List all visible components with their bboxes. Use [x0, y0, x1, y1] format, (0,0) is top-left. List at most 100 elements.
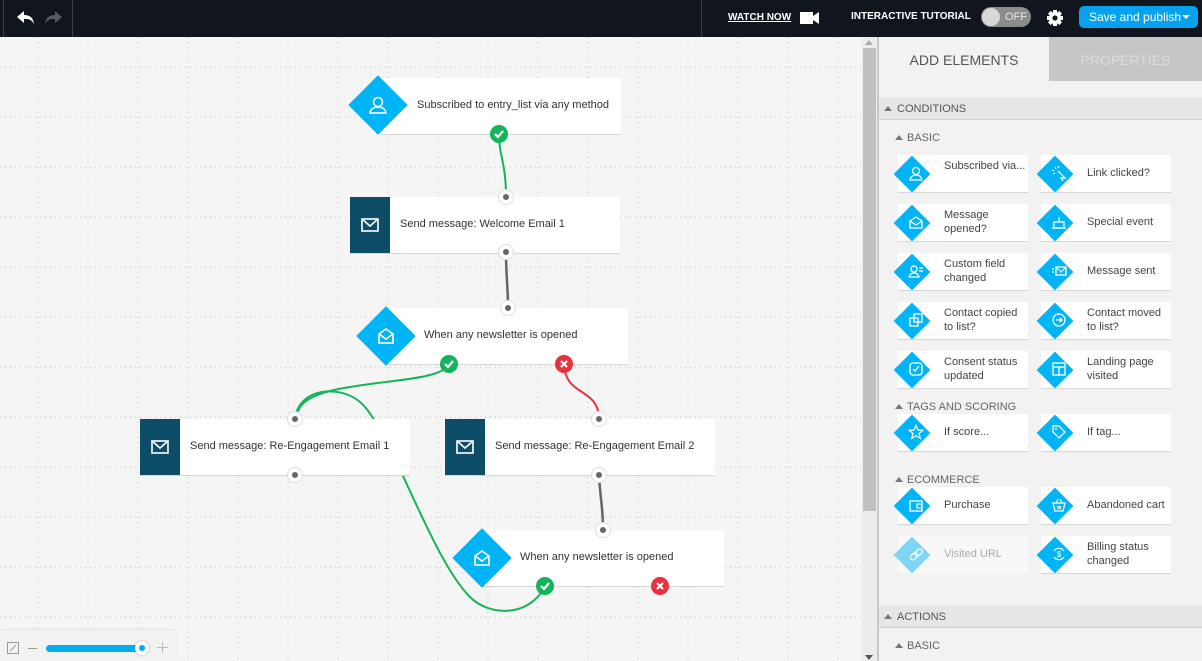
output-port[interactable] — [591, 467, 607, 483]
tab-properties[interactable]: PROPERTIES — [1049, 37, 1202, 81]
tutorial-toggle[interactable]: OFF — [981, 7, 1031, 27]
collapse-triangle-icon — [884, 106, 892, 111]
connection-n2-next — [504, 251, 510, 308]
input-port[interactable] — [591, 411, 607, 427]
toggle-knob — [982, 8, 1000, 26]
user-fields-icon — [908, 265, 923, 278]
canvas-scrollbar[interactable] — [862, 37, 877, 661]
undo-icon[interactable] — [16, 9, 36, 27]
element-card-contact-copied-to-list[interactable]: Contact copied to list? — [893, 302, 1028, 340]
section-conditions[interactable]: CONDITIONS — [879, 97, 1202, 120]
input-port[interactable] — [595, 522, 611, 538]
element-card-special-event[interactable]: Special event — [1036, 204, 1171, 242]
group-ecommerce[interactable]: ECOMMERCE — [895, 474, 980, 486]
group-title: ECOMMERCE — [907, 474, 980, 486]
layout-icon — [1052, 362, 1066, 376]
yes-branch-badge[interactable] — [440, 355, 458, 373]
element-card-purchase[interactable]: Purchase — [893, 487, 1028, 525]
zoom-slider-track[interactable] — [46, 645, 142, 652]
element-card-message-sent[interactable]: Message sent — [1036, 253, 1171, 291]
toolbar-divider — [72, 0, 73, 37]
group-actions-basic[interactable]: BASIC — [895, 640, 941, 652]
element-card-consent-status-updated[interactable]: Consent status updated — [893, 351, 1028, 389]
element-card-label: Custom field changed — [944, 258, 1006, 284]
group-title: TAGS AND SCORING — [907, 401, 1017, 413]
toggle-state-label: OFF — [1005, 11, 1027, 23]
element-card-landing-page-visited[interactable]: Landing page visited — [1036, 351, 1171, 389]
gear-icon[interactable] — [1046, 9, 1064, 27]
redo-icon[interactable] — [43, 9, 63, 27]
check-icon — [540, 582, 550, 591]
chevron-down-icon[interactable] — [1182, 15, 1190, 19]
user-icon — [369, 96, 387, 114]
cake-icon — [1052, 217, 1066, 229]
wallet-icon — [909, 500, 923, 512]
yes-branch-badge[interactable] — [536, 577, 554, 595]
element-card-link-clicked[interactable]: Link clicked? — [1036, 155, 1171, 193]
workflow-node-newsletter-opened[interactable]: When any newsletter is opened — [387, 308, 628, 364]
zoom-control — [0, 630, 176, 661]
element-card-abandoned-cart[interactable]: Abandoned cart — [1036, 487, 1171, 525]
workflow-node-newsletter-opened-2[interactable]: When any newsletter is opened — [483, 530, 724, 586]
zoom-slider-handle[interactable] — [135, 641, 149, 655]
yes-branch-badge[interactable] — [490, 125, 508, 143]
element-card-billing-status-changed[interactable]: $ Billing status changed — [1036, 536, 1171, 574]
open-envelope-icon — [909, 216, 923, 229]
element-card-label: Message opened? — [944, 209, 989, 235]
input-port[interactable] — [498, 189, 514, 205]
workflow-node-reengagement-2[interactable]: Send message: Re-Engagement Email 2 — [445, 419, 715, 475]
elements-panel: ADD ELEMENTS PROPERTIES CONDITIONS BASIC… — [879, 37, 1202, 661]
workflow-node-welcome-email[interactable]: Send message: Welcome Email 1 — [350, 197, 620, 253]
copy-icon — [909, 313, 923, 327]
scroll-up-arrow[interactable] — [865, 40, 873, 45]
element-card-subscribed-via[interactable]: Subscribed via... — [893, 155, 1028, 193]
no-branch-badge[interactable] — [651, 577, 669, 595]
group-title: BASIC — [907, 640, 941, 652]
collapse-triangle-icon — [895, 135, 903, 140]
arrow-circle-icon — [1052, 313, 1066, 327]
scroll-down-arrow[interactable] — [865, 655, 873, 660]
open-envelope-icon — [378, 328, 394, 344]
output-port[interactable] — [287, 467, 303, 483]
workflow-canvas[interactable]: Subscribed to entry_list via any method … — [0, 37, 862, 661]
scrollbar-thumb[interactable] — [863, 48, 876, 511]
zoom-in-button[interactable] — [157, 642, 168, 653]
collapse-triangle-icon — [895, 643, 903, 648]
element-card-label: Message sent — [1087, 265, 1156, 277]
user-icon — [909, 166, 923, 181]
element-card-if-tag[interactable]: If tag... — [1036, 414, 1171, 452]
element-card-label: Purchase — [944, 499, 991, 511]
group-tags-and-scoring[interactable]: TAGS AND SCORING — [895, 401, 1017, 413]
workflow-node-reengagement-1[interactable]: Send message: Re-Engagement Email 1 — [140, 419, 410, 475]
fit-to-screen-icon[interactable] — [7, 642, 19, 654]
node-label: Send message: Re-Engagement Email 1 — [190, 440, 390, 452]
input-port[interactable] — [500, 300, 516, 316]
element-card-message-opened[interactable]: Message opened? — [893, 204, 1028, 242]
section-actions[interactable]: ACTIONS — [879, 605, 1202, 628]
input-port[interactable] — [287, 411, 303, 427]
collapse-triangle-icon — [895, 404, 903, 409]
section-title: ACTIONS — [897, 611, 946, 623]
element-card-contact-moved-to-list[interactable]: Contact moved to list? — [1036, 302, 1171, 340]
zoom-out-button[interactable] — [28, 648, 37, 649]
section-title: CONDITIONS — [897, 103, 967, 115]
toolbar-divider — [3, 0, 4, 37]
toolbar-divider — [701, 0, 702, 37]
output-port[interactable] — [498, 244, 514, 260]
top-toolbar: WATCH NOW INTERACTIVE TUTORIAL OFF Save … — [0, 0, 1202, 37]
tab-add-elements[interactable]: ADD ELEMENTS — [879, 37, 1049, 81]
group-basic[interactable]: BASIC — [895, 132, 940, 144]
element-card-label: Special event — [1087, 216, 1154, 228]
element-card-label: Contact moved to list? — [1087, 307, 1161, 333]
action-block — [140, 419, 180, 475]
no-branch-badge[interactable] — [555, 355, 573, 373]
element-card-if-score[interactable]: If score... — [893, 414, 1028, 452]
interactive-tutorial-label: INTERACTIVE TUTORIAL — [851, 11, 971, 22]
element-card-visited-url[interactable]: Visited URL — [893, 536, 1028, 574]
publish-label: Save and publish — [1089, 10, 1182, 24]
watch-now-link[interactable]: WATCH NOW — [728, 12, 791, 23]
element-card-custom-field-changed[interactable]: Custom field changed — [893, 253, 1028, 291]
basket-icon — [1052, 498, 1066, 512]
video-camera-icon[interactable] — [800, 12, 819, 24]
save-and-publish-button[interactable]: Save and publish — [1079, 6, 1198, 28]
